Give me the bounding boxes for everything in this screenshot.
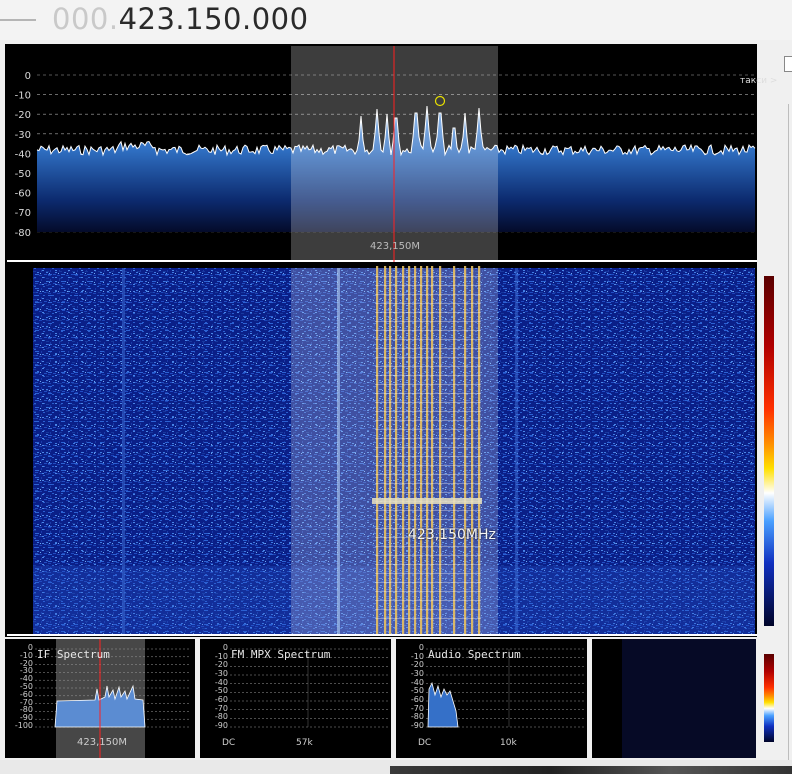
- db-tick-label: -30: [410, 669, 424, 678]
- spectrum-center-label: 423,150M: [370, 241, 420, 252]
- fm-mpx-x-mid: 57k: [296, 738, 313, 748]
- db-tick-label: -20: [214, 660, 228, 670]
- db-tick-label: -40: [410, 677, 424, 687]
- db-tick-label: -10: [214, 651, 228, 661]
- fm-mpx-panel: FM MPX Spectrum 0 -10 -20 -30 -40 -50 -60 -70 -8…: [200, 639, 391, 758]
- db-tick-label: 0: [418, 643, 424, 652]
- empty-panel: [592, 639, 756, 758]
- panel-color-scale: [764, 654, 774, 742]
- audio-spectrum-title: Audio Spectrum: [428, 648, 521, 661]
- color-scale: [764, 276, 774, 626]
- waterfall-filter-band[interactable]: [291, 268, 498, 634]
- db-tick-label: -20: [15, 110, 31, 121]
- frequency-display[interactable]: 000.423.150.000: [52, 0, 309, 38]
- db-tick-label: -60: [214, 695, 228, 704]
- waterfall[interactable]: [7, 266, 757, 636]
- if-spectrum-title: IF Spectrum: [37, 648, 110, 661]
- db-tick-label: -70: [410, 703, 424, 713]
- db-tick-label: -50: [15, 169, 31, 180]
- db-tick-label: -50: [410, 686, 424, 696]
- waterfall-signals: [375, 266, 481, 634]
- db-tick-label: -30: [214, 669, 228, 678]
- db-tick-label: -90: [214, 721, 228, 730]
- fm-mpx-x-left: DC: [222, 738, 236, 748]
- menu-icon[interactable]: [0, 10, 38, 30]
- db-tick-label: -30: [15, 130, 31, 141]
- db-tick-label: -40: [15, 149, 31, 160]
- audio-spectrum-panel: Audio Spectrum 0 -10 -20 -30 -40 -50 -60 -70 -80…: [396, 639, 587, 758]
- bookmark-label[interactable]: такси >: [740, 76, 777, 86]
- db-tick-label: -80: [410, 712, 424, 722]
- db-tick-label: -60: [410, 695, 424, 704]
- db-tick-label: -80: [214, 712, 228, 722]
- if-center-label: 423,150M: [77, 737, 127, 748]
- frequency-prefix[interactable]: 000.: [52, 2, 119, 36]
- frequency-value[interactable]: 423.150.000: [119, 2, 309, 36]
- db-tick-label: -40: [214, 677, 228, 687]
- db-tick-label: -10: [15, 91, 31, 102]
- sidebar-checkbox[interactable]: [784, 56, 792, 72]
- db-tick-label: 0: [222, 643, 228, 652]
- taskbar-fragment: [390, 766, 792, 774]
- db-tick-label: -80: [15, 228, 31, 239]
- right-sidebar: [782, 44, 792, 637]
- db-tick-label: -60: [15, 189, 31, 200]
- waterfall-frequency-label: 423,150MHz: [408, 527, 496, 543]
- db-tick-label: -70: [214, 703, 228, 713]
- db-tick-label: -50: [214, 686, 228, 696]
- audio-x-left: DC: [418, 738, 432, 748]
- fm-mpx-title: FM MPX Spectrum: [231, 648, 331, 661]
- db-tick-label: -10: [410, 651, 424, 661]
- spectrum-plot[interactable]: 0 -10 -20 -30 -40 -50 -60 -70 -80: [7, 46, 757, 262]
- db-tick-label: -90: [410, 721, 424, 730]
- db-tick-label: -20: [410, 660, 424, 670]
- audio-x-mid: 10k: [500, 738, 517, 748]
- if-spectrum-panel: IF Spectrum 0 -10 -20 -30 -40 -50 -60 -70 -80 -90…: [5, 639, 195, 758]
- db-tick-label: 0: [25, 71, 31, 82]
- frequency-bar: 000.423.150.000: [0, 0, 792, 40]
- db-tick-label: -70: [15, 208, 31, 219]
- sidebar-divider: [788, 104, 789, 764]
- db-tick-label: -100: [14, 721, 33, 730]
